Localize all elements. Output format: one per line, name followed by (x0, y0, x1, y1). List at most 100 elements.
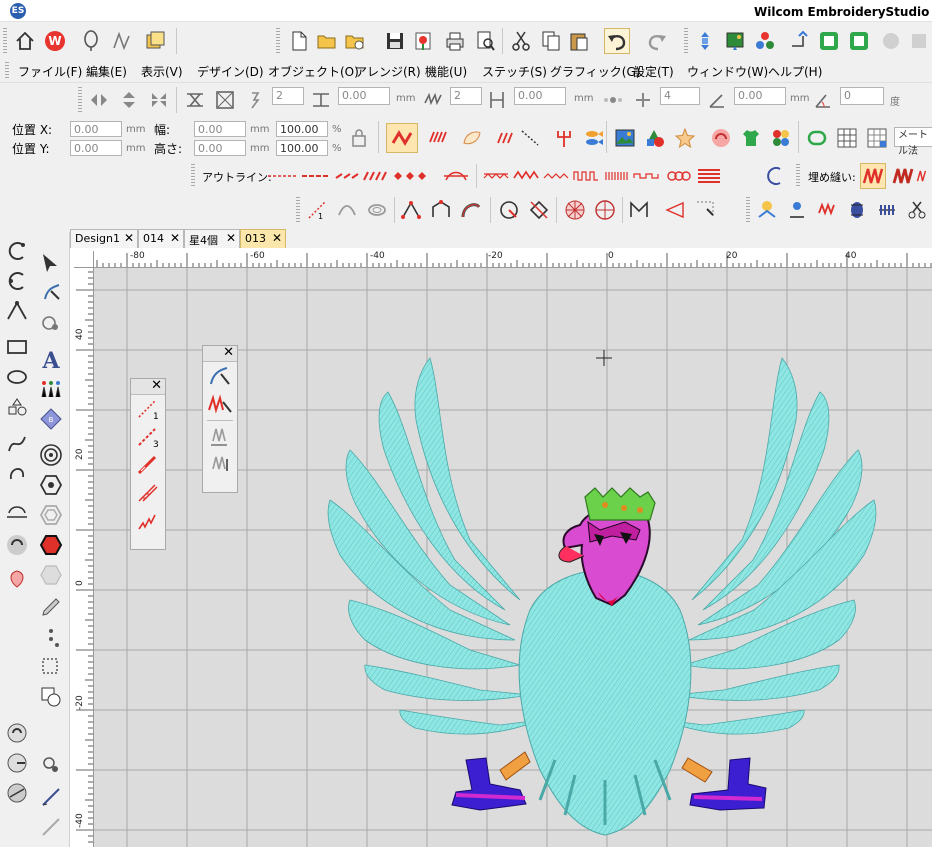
green-window-icon[interactable] (816, 28, 842, 54)
green-window-icon-2[interactable] (846, 28, 872, 54)
field-spacing-b[interactable]: 2 (450, 87, 482, 105)
height-input[interactable]: 0.00 (194, 140, 246, 156)
spacing-icon[interactable] (484, 87, 510, 113)
monogram-icon[interactable] (706, 123, 736, 153)
measure-icon[interactable]: 1 (304, 197, 330, 223)
stitch-back-icon[interactable] (203, 423, 237, 451)
hex-offset-icon[interactable] (36, 500, 66, 530)
field-node-count[interactable]: 4 (660, 87, 700, 105)
open-folder-icon[interactable] (314, 28, 340, 54)
transfer-icon[interactable] (786, 28, 812, 54)
reshape-curve-icon[interactable] (428, 197, 454, 223)
menu-function[interactable]: 機能(U) (425, 63, 467, 80)
menu-view[interactable]: 表示(V) (141, 63, 183, 80)
star-fill-icon[interactable] (592, 197, 618, 223)
toolbar-grip[interactable] (276, 28, 280, 54)
menu-window[interactable]: ウィンドウ(W) (687, 63, 768, 80)
ruler-corner[interactable] (74, 251, 94, 268)
reshape-arc-icon[interactable] (458, 197, 484, 223)
needle-icon[interactable] (36, 750, 66, 780)
home-icon[interactable] (12, 28, 38, 54)
arc-tool-icon[interactable] (762, 163, 788, 189)
shapes-tool-icon[interactable] (2, 392, 32, 422)
fill-tatami-icon[interactable] (890, 163, 916, 189)
colorway-icon[interactable] (752, 28, 778, 54)
tab-014[interactable]: 014 ✕ (138, 229, 184, 248)
hex-filled-icon[interactable] (36, 530, 66, 560)
toolbar-grip[interactable] (746, 197, 750, 223)
disabled-tool-icon[interactable] (878, 28, 904, 54)
copy-icon[interactable] (538, 28, 564, 54)
field-spacing-value[interactable]: 0.00 (514, 87, 566, 105)
menu-edit[interactable]: 編集(E) (86, 63, 127, 80)
tie-icon[interactable] (874, 197, 900, 223)
export-icon[interactable] (410, 28, 436, 54)
open-recent-icon[interactable] (342, 28, 368, 54)
outline-stitch-icons[interactable] (266, 166, 476, 186)
menu-design[interactable]: デザイン(D) (197, 63, 264, 80)
decorative-stitch-icons[interactable] (482, 166, 762, 186)
toolbar-grip[interactable] (296, 197, 300, 223)
field-rotation[interactable]: 0 (840, 87, 884, 105)
fill-satin-icon[interactable] (860, 163, 886, 189)
split-icon[interactable] (526, 197, 552, 223)
hex-gray-icon[interactable] (36, 560, 66, 590)
team-names-icon[interactable] (36, 374, 66, 404)
width-pct-input[interactable]: 100.00 (276, 121, 328, 137)
density-icon[interactable] (308, 87, 334, 113)
stitch-select-icon[interactable] (203, 390, 237, 418)
trim-icon[interactable] (904, 197, 930, 223)
menu-help[interactable]: ヘルプ(H) (768, 63, 822, 80)
spool-icon[interactable] (844, 197, 870, 223)
fit-icon[interactable] (212, 87, 238, 113)
eraser-tool-icon[interactable] (36, 812, 66, 842)
grid-icon[interactable] (832, 123, 862, 153)
skew-icon[interactable] (182, 87, 208, 113)
menu-stitch[interactable]: ステッチ(S) (482, 63, 547, 80)
auto-digitize-icon[interactable] (2, 496, 32, 526)
lock-proportion-icon[interactable] (346, 125, 372, 151)
wilcom-icon[interactable]: W (42, 28, 68, 54)
radial-icon[interactable] (562, 197, 588, 223)
toolbar-grip[interactable] (191, 164, 195, 188)
mirror-both-icon[interactable] (146, 87, 172, 113)
tab-star4[interactable]: 星4個 ✕ (184, 229, 240, 248)
lettering-icon[interactable]: A (36, 344, 66, 374)
pos-x-input[interactable]: 0.00 (70, 121, 122, 137)
mirror-horizontal-icon[interactable] (86, 87, 112, 113)
satin-icon[interactable] (420, 87, 446, 113)
run-stitch-icon[interactable] (514, 123, 546, 153)
redo-icon[interactable] (644, 28, 670, 54)
ellipse-icon[interactable] (2, 362, 32, 392)
close-icon[interactable]: ✕ (226, 231, 236, 245)
close-icon[interactable]: ✕ (272, 231, 282, 245)
digitize-closed-curve-icon[interactable] (2, 266, 32, 296)
triple-run-icon[interactable] (131, 451, 165, 479)
shapes-icon[interactable] (640, 123, 670, 153)
monogram-tool-icon[interactable] (2, 530, 32, 560)
toolbar-grip[interactable] (3, 28, 7, 54)
measurement-system-select[interactable]: メートル法 (894, 127, 932, 157)
select-object-icon[interactable] (36, 248, 66, 278)
stitch-length-icon[interactable] (242, 87, 268, 113)
dashed-box-icon[interactable] (36, 652, 66, 682)
tatami-fill-icon[interactable] (422, 123, 454, 153)
freehand-closed-icon[interactable] (2, 458, 32, 488)
vertical-ruler[interactable]: 40 20 0 -20 -40 (74, 268, 94, 847)
toolbar-grip[interactable] (796, 164, 800, 188)
satin-fill-red-icon[interactable] (386, 123, 418, 153)
zigzag-red-icon[interactable] (814, 197, 840, 223)
menu-graphics[interactable]: グラフィック(G) (550, 63, 640, 80)
close-icon[interactable]: ✕ (151, 378, 162, 393)
hoop-icon[interactable] (78, 28, 104, 54)
menu-arrange[interactable]: アレンジ(R) (355, 63, 421, 80)
zigzag-line-icon[interactable] (131, 507, 165, 535)
zigzag-count-icon[interactable] (626, 197, 652, 223)
dots-icon[interactable] (36, 622, 66, 652)
digitize-open-shape-icon[interactable] (2, 296, 32, 326)
image-icon[interactable] (722, 28, 748, 54)
hoop-shape-icon[interactable] (802, 123, 832, 153)
palette-header[interactable]: ✕ (131, 378, 165, 395)
fill-angle-icon[interactable] (2, 748, 32, 778)
close-icon[interactable]: ✕ (223, 345, 234, 360)
